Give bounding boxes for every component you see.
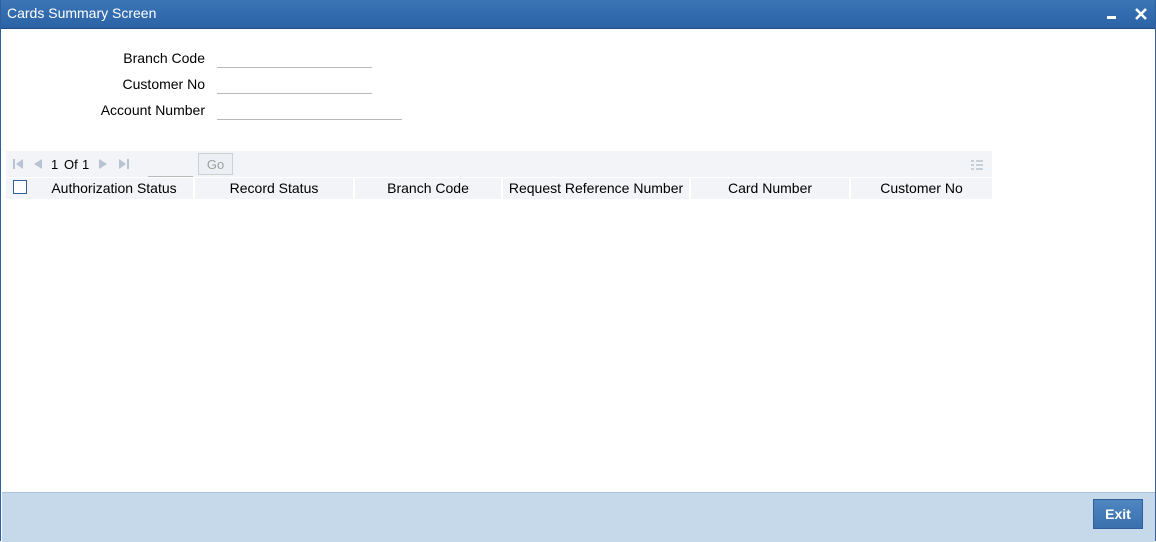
page-current: 1 bbox=[51, 157, 59, 172]
go-button[interactable]: Go bbox=[198, 153, 233, 175]
customer-no-input[interactable] bbox=[217, 71, 372, 94]
next-page-icon[interactable] bbox=[96, 157, 110, 171]
close-icon[interactable] bbox=[1131, 4, 1151, 24]
exit-button[interactable]: Exit bbox=[1093, 499, 1143, 529]
account-number-label: Account Number bbox=[100, 102, 205, 118]
minimize-icon[interactable] bbox=[1101, 4, 1121, 24]
page-number-input[interactable] bbox=[148, 155, 193, 177]
column-header-request-reference-number[interactable]: Request Reference Number bbox=[503, 178, 691, 199]
previous-page-icon[interactable] bbox=[31, 157, 45, 171]
window-title: Cards Summary Screen bbox=[7, 5, 157, 21]
grid-header: Authorization Status Record Status Branc… bbox=[6, 178, 992, 199]
last-page-icon[interactable] bbox=[117, 157, 131, 171]
title-bar: Cards Summary Screen bbox=[1, 0, 1155, 29]
branch-code-label: Branch Code bbox=[123, 50, 205, 66]
first-page-icon[interactable] bbox=[11, 157, 25, 171]
footer-bar: Exit bbox=[2, 492, 1155, 542]
cards-summary-window: Cards Summary Screen Branch Code Custome… bbox=[0, 0, 1156, 542]
account-number-input[interactable] bbox=[217, 97, 402, 120]
grid-toolbar: 1 Of 1 Go bbox=[6, 151, 992, 177]
column-header-authorization-status[interactable]: Authorization Status bbox=[35, 178, 195, 199]
column-header-customer-no[interactable]: Customer No bbox=[851, 178, 992, 199]
column-header-card-number[interactable]: Card Number bbox=[691, 178, 851, 199]
page-of-label: Of bbox=[64, 157, 78, 172]
column-header-record-status[interactable]: Record Status bbox=[195, 178, 355, 199]
page-total: 1 bbox=[82, 157, 90, 172]
column-header-branch-code[interactable]: Branch Code bbox=[355, 178, 503, 199]
branch-code-input[interactable] bbox=[217, 45, 372, 68]
select-all-checkbox[interactable] bbox=[13, 180, 27, 194]
columns-icon[interactable] bbox=[970, 158, 984, 172]
customer-no-label: Customer No bbox=[122, 76, 205, 92]
